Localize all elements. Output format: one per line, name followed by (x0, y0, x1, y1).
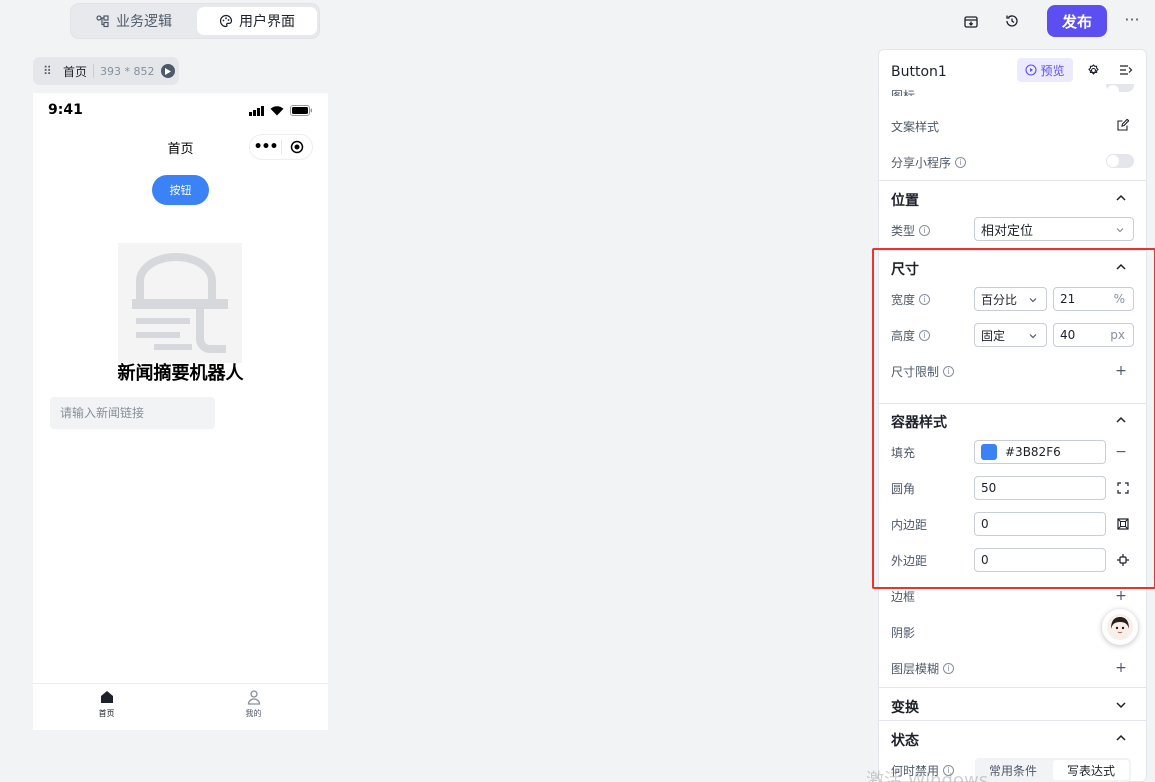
tab-user-interface-label: 用户界面 (239, 14, 295, 30)
play-icon[interactable] (160, 64, 175, 78)
import-icon[interactable] (960, 10, 982, 32)
icon-setting-label: 图标 (891, 89, 916, 96)
more-dots-icon[interactable]: ••• (250, 139, 281, 155)
divider (879, 720, 1146, 721)
play-circle-icon (1025, 64, 1038, 76)
page-name: 首页 (63, 64, 88, 79)
tab-me[interactable]: 我的 (180, 684, 327, 730)
mini-program-capsule[interactable]: ••• (249, 134, 313, 160)
info-icon[interactable]: i (955, 156, 967, 168)
highlight-box (872, 248, 1155, 589)
drag-handle-icon[interactable]: ⠿ (43, 64, 53, 78)
tab-home-label: 首页 (98, 709, 115, 718)
chevron-down-icon (1116, 228, 1124, 233)
expression-tab[interactable]: 写表达式 (1053, 760, 1129, 780)
page-size: 393 * 852 (100, 64, 155, 78)
condition-mode-switch: 常用条件 写表达式 (975, 758, 1131, 782)
text-style-label: 文案样式 (891, 120, 940, 134)
flow-icon (96, 15, 109, 28)
divider (879, 180, 1146, 181)
edit-icon[interactable] (1117, 119, 1129, 131)
info-icon[interactable]: i (943, 662, 955, 674)
text-style-row: 文案样式 (891, 118, 1136, 135)
status-time: 9:41 (48, 102, 83, 118)
component-name: Button1 (891, 64, 947, 80)
share-mini-toggle[interactable] (1106, 154, 1134, 168)
chevron-up-icon[interactable] (1114, 191, 1128, 205)
position-section-title[interactable]: 位置 (891, 190, 919, 210)
home-icon (100, 691, 113, 703)
palette-icon (219, 14, 233, 28)
tab-business-logic[interactable]: 业务逻辑 (75, 7, 193, 35)
wifi-icon (270, 106, 284, 116)
add-icon[interactable]: + (1114, 661, 1128, 675)
robot-illustration-icon (132, 253, 228, 353)
page-tag[interactable]: ⠿ 首页 393 * 852 (33, 57, 179, 85)
shadow-row: 阴影 (891, 624, 1136, 640)
gear-icon[interactable] (1087, 64, 1100, 77)
tab-me-label: 我的 (245, 709, 262, 718)
chevron-up-icon[interactable] (1114, 731, 1128, 745)
share-mini-row: 分享小程序 i (891, 154, 1136, 170)
state-section-title[interactable]: 状态 (891, 730, 919, 750)
position-type-value: 相对定位 (981, 223, 1034, 239)
signal-icon (249, 106, 264, 116)
close-target-icon[interactable] (282, 140, 312, 154)
app-title: 新闻摘要机器人 (117, 363, 244, 384)
info-icon[interactable]: i (919, 224, 931, 236)
chevron-down-icon[interactable] (1114, 698, 1128, 712)
assistant-avatar[interactable] (1102, 609, 1138, 645)
position-type-label: 类型 (891, 223, 916, 238)
status-bar: 9:41 (33, 93, 328, 129)
add-icon[interactable]: + (1114, 589, 1128, 603)
mode-switch: 业务逻辑 用户界面 (70, 3, 320, 39)
preview-label: 预览 (1040, 63, 1065, 78)
divider (93, 64, 95, 78)
battery-icon (290, 105, 312, 116)
user-icon (247, 690, 260, 705)
icon-toggle[interactable] (1106, 84, 1134, 97)
transform-section-title[interactable]: 变换 (891, 697, 919, 717)
history-icon[interactable] (1001, 10, 1023, 32)
shadow-label: 阴影 (891, 625, 916, 640)
tab-bar: 首页 我的 (33, 683, 328, 730)
news-link-input[interactable]: 请输入新闻链接 (50, 397, 215, 429)
collapse-panel-icon[interactable] (1119, 64, 1133, 76)
watermark: 激活 Windows (866, 770, 989, 782)
divider (879, 687, 1146, 688)
border-label: 边框 (891, 589, 916, 604)
layer-blur-row: 图层模糊 i (891, 660, 1136, 676)
tab-user-interface[interactable]: 用户界面 (197, 7, 317, 35)
border-row: 边框 (891, 588, 1136, 604)
phone-preview: 9:41 首页 ••• 按钮 新闻摘要机器人 请输入新闻链接 首页 我的 (33, 93, 328, 730)
preview-toggle-button[interactable]: 预览 (1017, 58, 1073, 82)
publish-button[interactable]: 发布 (1047, 5, 1107, 37)
position-type-select[interactable]: 相对定位 (974, 217, 1134, 241)
layer-blur-label: 图层模糊 (891, 661, 940, 676)
more-menu-button[interactable]: ··· (1120, 8, 1144, 32)
avatar-icon (1107, 614, 1133, 640)
share-mini-label: 分享小程序 (891, 155, 952, 170)
top-bar: 业务逻辑 用户界面 发布 ··· (0, 0, 1155, 44)
robot-image (118, 243, 242, 363)
tab-home[interactable]: 首页 (33, 684, 180, 730)
preview-button[interactable]: 按钮 (152, 175, 209, 205)
tab-business-logic-label: 业务逻辑 (116, 14, 172, 30)
